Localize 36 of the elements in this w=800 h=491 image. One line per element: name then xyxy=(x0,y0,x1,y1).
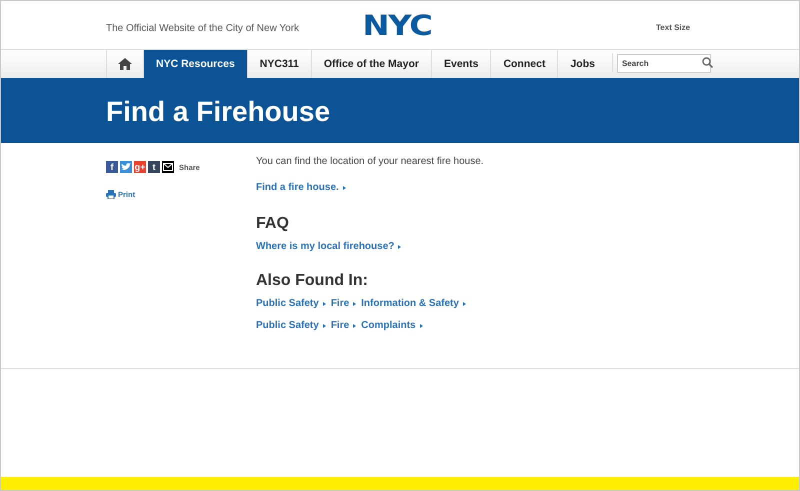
nyc-logo[interactable]: NYC xyxy=(362,8,432,42)
breadcrumb-link[interactable]: Fire xyxy=(330,298,350,309)
breadcrumb-link[interactable]: Fire xyxy=(330,320,350,331)
intro-text: You can find the location of your nearest fire house. xyxy=(256,156,484,167)
breadcrumb-link[interactable]: Public Safety xyxy=(256,320,319,331)
caret-icon xyxy=(420,324,423,328)
nav-tab[interactable]: Events xyxy=(431,50,490,78)
link[interactable]: Where is my local firehouse? xyxy=(256,241,394,252)
section-heading: Also Found In: xyxy=(256,272,369,290)
page-title: Find a Firehouse xyxy=(106,96,330,128)
link[interactable]: Find a fire house. xyxy=(256,182,339,193)
nav-tab[interactable]: NYC Resources xyxy=(143,50,247,78)
breadcrumb-link[interactable]: Complaints xyxy=(361,320,416,331)
site-tagline: The Official Website of the City of New York xyxy=(106,22,300,34)
nav-tab[interactable]: Connect xyxy=(490,50,558,78)
caret-icon xyxy=(353,302,356,306)
nav-tab[interactable]: NYC311 xyxy=(246,50,311,78)
search-field[interactable]: Search xyxy=(616,54,711,73)
caret-icon xyxy=(342,186,346,190)
nav-tab[interactable]: Office of the Mayor xyxy=(310,50,431,78)
home-icon xyxy=(118,58,132,70)
breadcrumb-link[interactable]: Information & Safety xyxy=(361,298,459,309)
search-icon[interactable] xyxy=(702,57,713,68)
share-icon[interactable]: t xyxy=(148,161,160,173)
caret-icon xyxy=(322,324,326,328)
text-size-link[interactable]: Text Size xyxy=(656,23,690,32)
share-icon[interactable] xyxy=(162,161,174,173)
share-icon[interactable]: g+ xyxy=(134,161,146,173)
breadcrumb-link[interactable]: Public Safety xyxy=(256,298,319,309)
section-heading: FAQ xyxy=(256,215,290,233)
caret-icon xyxy=(322,302,326,306)
share-icon[interactable]: f xyxy=(106,161,118,173)
caret-icon xyxy=(353,324,356,328)
nav-tab[interactable]: Jobs xyxy=(557,50,607,78)
caret-icon xyxy=(398,244,402,248)
caret-icon xyxy=(462,302,466,306)
